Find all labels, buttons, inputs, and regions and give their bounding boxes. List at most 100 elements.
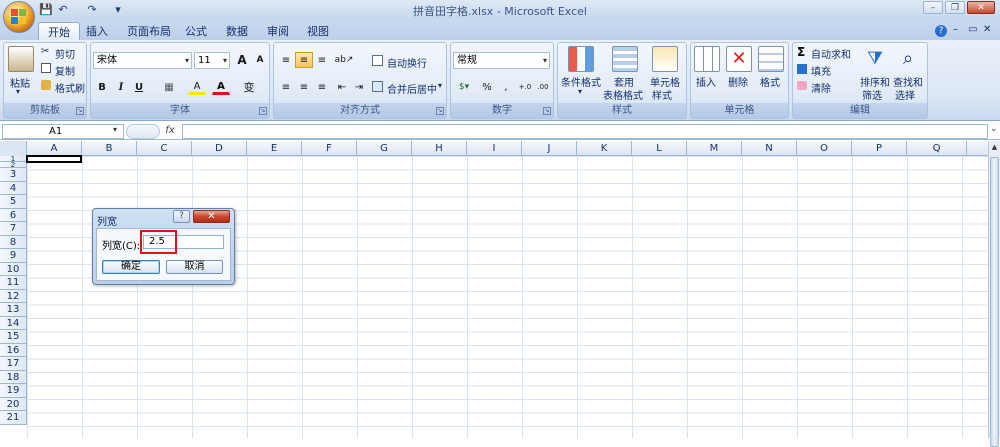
increase-decimal-button[interactable]: +.0 xyxy=(516,79,534,95)
row-header-15[interactable]: 15 xyxy=(0,330,27,344)
decrease-decimal-button[interactable]: .00 xyxy=(534,79,552,95)
chevron-down-icon[interactable]: ▾ xyxy=(578,87,582,96)
align-top-icon[interactable]: ≡ xyxy=(277,52,295,68)
number-launcher-icon[interactable]: ↘ xyxy=(543,107,551,115)
fill-button[interactable]: 填充 xyxy=(811,63,831,78)
number-format-combo[interactable]: 常规 ▾ xyxy=(453,52,550,69)
column-header-a[interactable]: A xyxy=(27,141,82,156)
doc-restore-button[interactable]: ▭ xyxy=(968,24,977,35)
row-header-21[interactable]: 21 xyxy=(0,411,27,425)
expand-formula-icon[interactable]: ⌄ xyxy=(990,124,998,134)
align-left-icon[interactable]: ≡ xyxy=(277,79,295,95)
italic-button[interactable]: I xyxy=(112,79,130,95)
row-header-3[interactable]: 3 xyxy=(0,168,27,182)
align-center-icon[interactable]: ≡ xyxy=(295,79,313,95)
row-header-4[interactable]: 4 xyxy=(0,181,27,195)
column-header-f[interactable]: F xyxy=(302,141,357,156)
row-header-13[interactable]: 13 xyxy=(0,303,27,317)
column-header-l[interactable]: L xyxy=(632,141,687,156)
format-cells-button[interactable]: 格式 xyxy=(760,74,780,89)
worksheet-grid[interactable] xyxy=(27,156,988,438)
column-header-c[interactable]: C xyxy=(137,141,192,156)
column-header-g[interactable]: G xyxy=(357,141,412,156)
name-box[interactable]: A1 xyxy=(2,124,124,139)
select-all-corner[interactable] xyxy=(0,141,27,156)
delete-cells-button[interactable]: 删除 xyxy=(728,74,748,89)
tab-home[interactable]: 开始 xyxy=(38,22,80,40)
alignment-launcher-icon[interactable]: ↘ xyxy=(436,107,444,115)
help-icon[interactable]: ? xyxy=(935,25,947,37)
active-cell-a1[interactable] xyxy=(26,155,82,163)
vertical-scrollbar[interactable]: ▲ xyxy=(988,141,1000,447)
merge-center-button[interactable]: 合并后居中 xyxy=(387,81,437,96)
underline-button[interactable]: U xyxy=(130,79,148,95)
column-header-p[interactable]: P xyxy=(852,141,907,156)
decrease-indent-icon[interactable]: ⇤ xyxy=(333,79,351,95)
column-header-b[interactable]: B xyxy=(82,141,137,156)
wrap-text-button[interactable]: 自动换行 xyxy=(387,55,427,70)
increase-indent-icon[interactable]: ⇥ xyxy=(350,79,368,95)
close-button[interactable]: ✕ xyxy=(967,1,995,14)
align-middle-icon[interactable]: ≡ xyxy=(295,52,313,68)
copy-button[interactable]: 复制 xyxy=(55,63,75,78)
row-header-10[interactable]: 10 xyxy=(0,262,27,276)
column-header-h[interactable]: H xyxy=(412,141,467,156)
tab-insert[interactable]: 插入 xyxy=(77,22,117,40)
phonetic-button[interactable]: 变 xyxy=(240,79,258,95)
scroll-up-icon[interactable]: ▲ xyxy=(990,143,999,153)
tab-formulas[interactable]: 公式 xyxy=(176,22,216,40)
sort-filter-line2[interactable]: 筛选 xyxy=(862,87,882,102)
shrink-font-button[interactable]: A xyxy=(251,52,269,68)
align-bottom-icon[interactable]: ≡ xyxy=(313,52,331,68)
row-header-6[interactable]: 6 xyxy=(0,208,27,222)
percent-button[interactable]: % xyxy=(478,79,496,95)
row-header-12[interactable]: 12 xyxy=(0,289,27,303)
minimize-button[interactable]: – xyxy=(923,1,943,14)
comma-button[interactable]: , xyxy=(497,79,515,95)
doc-close-button[interactable]: ✕ xyxy=(983,24,991,35)
row-header-11[interactable]: 11 xyxy=(0,276,27,290)
clipboard-launcher-icon[interactable]: ↘ xyxy=(76,107,84,115)
format-painter-button[interactable]: 格式刷 xyxy=(55,80,85,95)
fill-color-button[interactable]: A xyxy=(188,79,206,95)
tab-data[interactable]: 数据 xyxy=(217,22,257,40)
name-box-dropdown-icon[interactable]: ▾ xyxy=(113,125,117,134)
chevron-down-icon[interactable]: ▾ xyxy=(438,81,442,90)
column-header-d[interactable]: D xyxy=(192,141,247,156)
dialog-help-button[interactable]: ? xyxy=(173,210,190,223)
paste-dropdown-icon[interactable]: ▾ xyxy=(16,87,20,96)
font-name-combo[interactable]: 宋体 ▾ xyxy=(93,52,192,69)
orientation-icon[interactable]: ab↗ xyxy=(335,52,354,68)
clear-button[interactable]: 清除 xyxy=(811,80,831,95)
column-header-k[interactable]: K xyxy=(577,141,632,156)
column-header-i[interactable]: I xyxy=(467,141,522,156)
column-header-n[interactable]: N xyxy=(742,141,797,156)
tab-page-layout[interactable]: 页面布局 xyxy=(118,22,180,40)
font-color-button[interactable]: A xyxy=(212,79,230,95)
row-header-5[interactable]: 5 xyxy=(0,195,27,209)
row-header-17[interactable]: 17 xyxy=(0,357,27,371)
formula-input[interactable] xyxy=(182,124,988,139)
font-launcher-icon[interactable]: ↘ xyxy=(259,107,267,115)
ok-button[interactable]: 确定 xyxy=(102,260,160,274)
tab-review[interactable]: 审阅 xyxy=(258,22,298,40)
tab-view[interactable]: 视图 xyxy=(298,22,338,40)
column-header-o[interactable]: O xyxy=(797,141,852,156)
column-header-e[interactable]: E xyxy=(247,141,302,156)
table-format-line2[interactable]: 表格格式 xyxy=(603,87,643,102)
restore-button[interactable]: ❐ xyxy=(945,1,965,14)
row-header-14[interactable]: 14 xyxy=(0,316,27,330)
formula-bar-handle[interactable] xyxy=(126,124,160,139)
row-header-19[interactable]: 19 xyxy=(0,384,27,398)
row-header-9[interactable]: 9 xyxy=(0,249,27,263)
autosum-button[interactable]: 自动求和 xyxy=(811,46,851,61)
column-header-m[interactable]: M xyxy=(687,141,742,156)
column-header-q[interactable]: Q xyxy=(907,141,967,156)
column-header-j[interactable]: J xyxy=(522,141,577,156)
row-header-8[interactable]: 8 xyxy=(0,235,27,249)
row-header-20[interactable]: 20 xyxy=(0,397,27,411)
align-right-icon[interactable]: ≡ xyxy=(313,79,331,95)
row-header-7[interactable]: 7 xyxy=(0,222,27,236)
paste-icon[interactable] xyxy=(8,46,34,72)
dialog-close-button[interactable]: ✕ xyxy=(193,210,230,223)
